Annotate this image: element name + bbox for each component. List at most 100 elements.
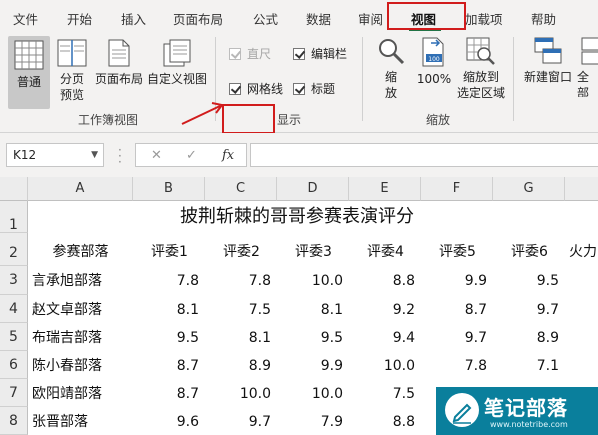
- splitter-dots[interactable]: · · ·: [118, 144, 122, 168]
- score-cell[interactable]: 10.0: [277, 266, 349, 294]
- score-cell[interactable]: 7.1: [493, 351, 565, 379]
- team-name-cell[interactable]: 张晋部落: [28, 407, 133, 435]
- header-cell-3[interactable]: 评委3: [277, 233, 349, 266]
- enter-icon[interactable]: ✓: [186, 148, 197, 163]
- formula-input[interactable]: [250, 143, 598, 167]
- tab-data[interactable]: 数据: [306, 9, 331, 28]
- cancel-icon[interactable]: ✕: [151, 148, 162, 163]
- pen-icon: [452, 403, 472, 424]
- score-cell[interactable]: 8.7: [133, 379, 205, 407]
- page-layout-view-button[interactable]: 页面布局: [93, 39, 145, 109]
- header-cell-6[interactable]: 评委6: [493, 233, 565, 266]
- team-name-cell[interactable]: 欧阳靖部落: [28, 379, 133, 407]
- score-cell[interactable]: 8.9: [493, 323, 565, 351]
- score-cell[interactable]: 9.4: [349, 323, 421, 351]
- team-name-cell[interactable]: 言承旭部落: [28, 266, 133, 294]
- chevron-down-icon[interactable]: ▼: [91, 144, 98, 166]
- arrange-all-icon: [581, 37, 598, 65]
- score-cell[interactable]: 9.2: [349, 295, 421, 323]
- score-cell[interactable]: 10.0: [205, 379, 277, 407]
- tab-insert[interactable]: 插入: [121, 9, 146, 28]
- score-cell[interactable]: 8.9: [205, 351, 277, 379]
- custom-views-button[interactable]: 自定义视图: [146, 39, 208, 109]
- page-break-preview-button[interactable]: 分页 预览: [54, 39, 90, 109]
- row-header-5[interactable]: 5: [0, 323, 28, 351]
- insert-function-icon[interactable]: fx: [222, 148, 234, 163]
- score-cell[interactable]: 9.6: [133, 407, 205, 435]
- team-name-cell[interactable]: 陈小春部落: [28, 351, 133, 379]
- normal-view-button[interactable]: 普通: [8, 36, 50, 109]
- header-cell-team[interactable]: 参赛部落: [28, 233, 133, 266]
- column-header-c[interactable]: C: [205, 177, 277, 201]
- header-cell-4[interactable]: 评委4: [349, 233, 421, 266]
- name-box-value: K12: [13, 148, 37, 162]
- tab-file[interactable]: 文件: [13, 9, 38, 28]
- formula-bar-checkbox[interactable]: 编辑栏: [293, 45, 347, 62]
- zoom-to-selection-button[interactable]: 缩放到 选定区域: [455, 37, 507, 107]
- new-window-button[interactable]: 新建窗口: [520, 37, 576, 97]
- page-break-preview-icon: [57, 39, 87, 67]
- score-cell[interactable]: 9.5: [133, 323, 205, 351]
- tab-review[interactable]: 审阅: [358, 9, 383, 28]
- zoom-button[interactable]: 缩 放: [372, 37, 410, 107]
- score-cell[interactable]: 8.1: [277, 295, 349, 323]
- row-header-8[interactable]: 8: [0, 407, 28, 435]
- score-cell[interactable]: 8.7: [133, 351, 205, 379]
- row-header-1[interactable]: 1: [0, 201, 28, 233]
- page-layout-icon: [108, 39, 130, 67]
- score-cell[interactable]: 9.9: [421, 266, 493, 294]
- score-cell[interactable]: 8.7: [421, 295, 493, 323]
- name-box[interactable]: K12 ▼: [6, 143, 104, 167]
- score-cell[interactable]: 7.9: [277, 407, 349, 435]
- column-header-g[interactable]: G: [493, 177, 565, 201]
- tab-page-layout[interactable]: 页面布局: [173, 9, 223, 28]
- column-header-a[interactable]: A: [28, 177, 133, 201]
- score-cell[interactable]: 9.7: [493, 295, 565, 323]
- score-cell[interactable]: 8.8: [349, 407, 421, 435]
- ruler-checkbox[interactable]: 直尺: [229, 45, 271, 62]
- row-header-2[interactable]: 2: [0, 233, 28, 266]
- tab-help[interactable]: 帮助: [531, 9, 556, 28]
- sheet-title-cell[interactable]: 披荆斩棘的哥哥参赛表演评分: [28, 201, 598, 233]
- header-cell-1[interactable]: 评委1: [133, 233, 205, 266]
- tab-addins[interactable]: 加载项: [465, 9, 503, 28]
- row-header-6[interactable]: 6: [0, 351, 28, 379]
- score-cell[interactable]: 9.7: [421, 323, 493, 351]
- team-name-cell[interactable]: 布瑞吉部落: [28, 323, 133, 351]
- score-cell[interactable]: 9.9: [277, 351, 349, 379]
- score-cell[interactable]: 7.8: [133, 266, 205, 294]
- header-cell-7[interactable]: 火力: [565, 233, 598, 266]
- score-cell[interactable]: 7.8: [421, 351, 493, 379]
- row-header-7[interactable]: 7: [0, 379, 28, 407]
- column-header-f[interactable]: F: [421, 177, 493, 201]
- tab-home[interactable]: 开始: [67, 9, 92, 28]
- gridlines-checkbox[interactable]: 网格线: [229, 80, 283, 97]
- column-header-e[interactable]: E: [349, 177, 421, 201]
- column-header-b[interactable]: B: [133, 177, 205, 201]
- ribbon-panel: 普通 分页 预览 页面布局 自定义视图 工作簿视图 直尺 编辑栏 网格线 标题 …: [0, 31, 598, 134]
- score-cell[interactable]: 7.8: [205, 266, 277, 294]
- header-cell-5[interactable]: 评委5: [421, 233, 493, 266]
- score-cell[interactable]: 8.1: [205, 323, 277, 351]
- tab-formulas[interactable]: 公式: [253, 9, 278, 28]
- select-all-corner[interactable]: [0, 177, 28, 201]
- score-cell[interactable]: 9.7: [205, 407, 277, 435]
- team-name-cell[interactable]: 赵文卓部落: [28, 295, 133, 323]
- score-cell[interactable]: 9.5: [277, 323, 349, 351]
- score-cell[interactable]: 7.5: [205, 295, 277, 323]
- headings-checkbox[interactable]: 标题: [293, 80, 335, 97]
- column-header-h[interactable]: [565, 177, 598, 201]
- score-cell[interactable]: 9.5: [493, 266, 565, 294]
- group-separator: [362, 37, 363, 121]
- score-cell[interactable]: 7.5: [349, 379, 421, 407]
- score-cell[interactable]: 8.8: [349, 266, 421, 294]
- row-header-3[interactable]: 3: [0, 266, 28, 295]
- score-cell[interactable]: 8.1: [133, 295, 205, 323]
- row-header-4[interactable]: 4: [0, 295, 28, 323]
- header-cell-2[interactable]: 评委2: [205, 233, 277, 266]
- zoom-100-button[interactable]: 100 100%: [414, 37, 454, 107]
- arrange-all-button[interactable]: 全部: [577, 37, 598, 97]
- column-header-d[interactable]: D: [277, 177, 349, 201]
- score-cell[interactable]: 10.0: [349, 351, 421, 379]
- score-cell[interactable]: 10.0: [277, 379, 349, 407]
